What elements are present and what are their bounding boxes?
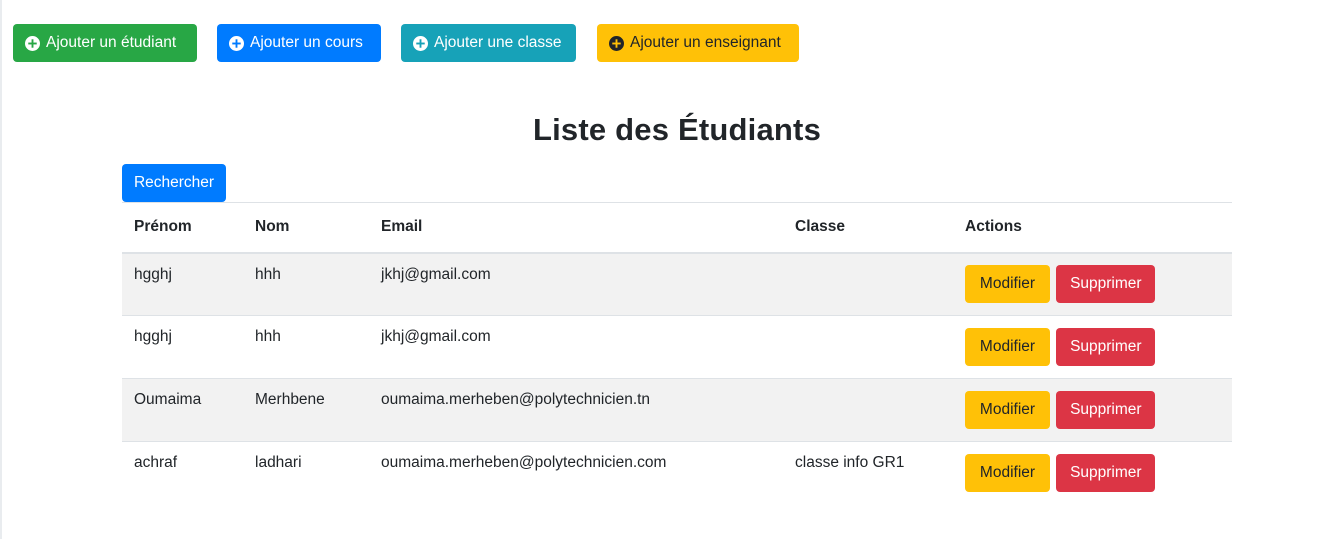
cell-classe [783, 378, 953, 442]
add-teacher-label: Ajouter un enseignant [630, 34, 781, 51]
modify-button[interactable]: Modifier [965, 391, 1050, 429]
column-header-actions: Actions [953, 202, 1232, 254]
add-class-button[interactable]: Ajouter une classe [401, 24, 576, 62]
delete-button[interactable]: Supprimer [1056, 391, 1156, 429]
cell-email: oumaima.merheben@polytechnicien.com [369, 441, 783, 505]
add-course-button[interactable]: Ajouter un cours [217, 24, 381, 62]
column-header-nom: Nom [243, 202, 369, 254]
plus-circle-icon [229, 35, 244, 51]
cell-nom: ladhari [243, 441, 369, 505]
cell-classe [783, 315, 953, 379]
cell-nom: Merhbene [243, 378, 369, 442]
students-table: Prénom Nom Email Classe Actions hgghj hh… [122, 202, 1232, 505]
cell-actions: Modifier Supprimer [953, 378, 1232, 442]
cell-actions: Modifier Supprimer [953, 441, 1232, 505]
plus-circle-icon [413, 35, 428, 51]
table-body: hgghj hhh jkhj@gmail.com Modifier Suppri… [122, 252, 1232, 505]
add-class-label: Ajouter une classe [434, 34, 562, 51]
plus-circle-icon [609, 35, 624, 51]
table-row: achraf ladhari oumaima.merheben@polytech… [122, 441, 1232, 505]
search-button[interactable]: Rechercher [122, 164, 226, 202]
cell-email: jkhj@gmail.com [369, 252, 783, 316]
cell-nom: hhh [243, 252, 369, 316]
cell-classe [783, 252, 953, 316]
delete-button[interactable]: Supprimer [1056, 265, 1156, 304]
add-teacher-button[interactable]: Ajouter un enseignant [597, 24, 799, 62]
column-header-prenom: Prénom [122, 202, 243, 254]
add-student-label: Ajouter un étudiant [46, 34, 177, 51]
cell-nom: hhh [243, 315, 369, 379]
cell-prenom: hgghj [122, 315, 243, 379]
modify-button[interactable]: Modifier [965, 328, 1050, 366]
add-course-label: Ajouter un cours [250, 34, 363, 51]
cell-prenom: hgghj [122, 252, 243, 316]
modify-button[interactable]: Modifier [965, 454, 1050, 493]
cell-classe: classe info GR1 [783, 441, 953, 505]
add-student-button[interactable]: Ajouter un étudiant [13, 24, 197, 62]
plus-circle-icon [25, 35, 40, 51]
cell-email: oumaima.merheben@polytechnicien.tn [369, 378, 783, 442]
table-header-row: Prénom Nom Email Classe Actions [122, 202, 1232, 254]
delete-button[interactable]: Supprimer [1056, 454, 1156, 493]
column-header-classe: Classe [783, 202, 953, 254]
page-title: Liste des Étudiants [532, 112, 822, 147]
cell-actions: Modifier Supprimer [953, 315, 1232, 379]
delete-button[interactable]: Supprimer [1056, 328, 1156, 366]
table-row: hgghj hhh jkhj@gmail.com Modifier Suppri… [122, 252, 1232, 316]
table-row: hgghj hhh jkhj@gmail.com Modifier Suppri… [122, 315, 1232, 379]
table-header: Prénom Nom Email Classe Actions [122, 202, 1232, 254]
column-header-email: Email [369, 202, 783, 254]
modify-button[interactable]: Modifier [965, 265, 1050, 304]
cell-actions: Modifier Supprimer [953, 252, 1232, 316]
page-frame: Ajouter un étudiant Ajouter un cours Ajo… [0, 0, 1327, 539]
cell-prenom: Oumaima [122, 378, 243, 442]
cell-prenom: achraf [122, 441, 243, 505]
students-table-container: Prénom Nom Email Classe Actions hgghj hh… [122, 202, 1232, 505]
table-row: Oumaima Merhbene oumaima.merheben@polyte… [122, 378, 1232, 442]
cell-email: jkhj@gmail.com [369, 315, 783, 379]
